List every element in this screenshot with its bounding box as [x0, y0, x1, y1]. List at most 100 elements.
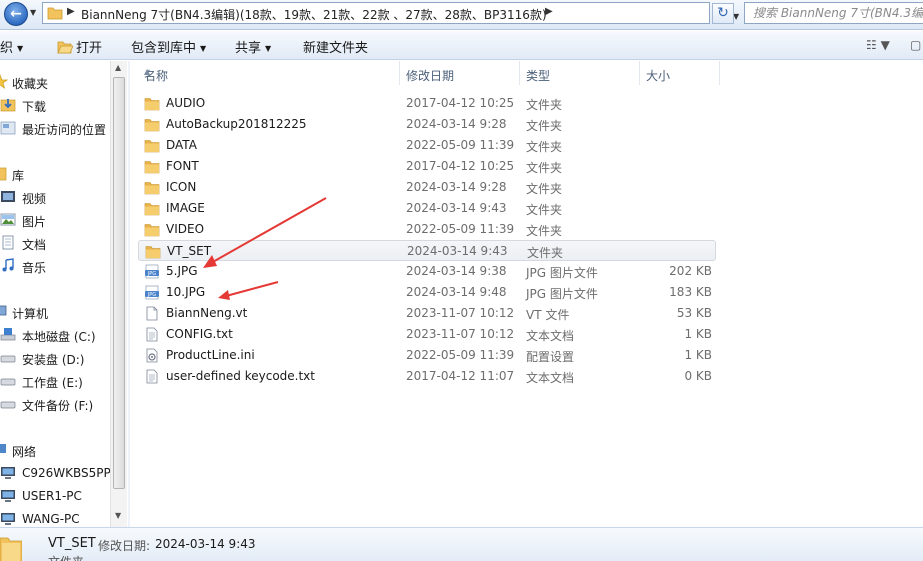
file-date: 2022-05-09 11:39: [406, 348, 515, 362]
drive-icon: [0, 355, 16, 363]
file-type: JPG 图片文件: [526, 266, 598, 280]
document-icon: [2, 235, 14, 250]
nav-label: 库: [12, 169, 25, 183]
nav-label: 收藏夹: [12, 77, 49, 91]
computer-icon: [0, 305, 7, 316]
file-type: 文件夹: [526, 140, 563, 154]
file-date: 2024-03-14 9:43: [407, 244, 508, 258]
file-type: 文件夹: [526, 161, 563, 175]
file-row[interactable]: ProductLine.ini 2022-05-09 11:39 配置设置 1 KB: [138, 345, 716, 366]
new-folder-button[interactable]: 新建文件夹: [303, 37, 368, 56]
file-row[interactable]: AUDIO 2017-04-12 10:25 文件夹: [138, 93, 716, 114]
file-date: 2024-03-14 9:48: [406, 285, 507, 299]
breadcrumb-path[interactable]: BiannNeng 7寸(BN4.3编辑)(18款、19款、21款、22款 、2…: [81, 6, 547, 23]
nav-label: 图片: [22, 215, 47, 229]
share-button[interactable]: 共享 ▼: [235, 37, 271, 56]
file-date: 2024-03-14 9:28: [406, 117, 507, 131]
file-row[interactable]: FONT 2017-04-12 10:25 文件夹: [138, 156, 716, 177]
new-folder-label: 新建文件夹: [303, 41, 369, 56]
file-row[interactable]: BiannNeng.vt 2023-11-07 10:12 VT 文件 53 KB: [138, 303, 716, 324]
nav-label: 计算机: [12, 307, 49, 321]
file-type: 文本文档: [526, 329, 575, 343]
file-date: 2017-04-12 10:25: [406, 96, 515, 110]
organize-button[interactable]: 织 ▼: [0, 37, 23, 56]
file-row[interactable]: JPG 5.JPG 2024-03-14 9:38 JPG 图片文件 202 KB: [138, 261, 716, 282]
folder-icon: [144, 161, 160, 174]
file-row[interactable]: DATA 2022-05-09 11:39 文件夹: [138, 135, 716, 156]
folder-icon: [47, 7, 63, 20]
drive-icon: [0, 401, 16, 409]
nav-label: 视频: [22, 192, 47, 206]
file-date: 2022-05-09 11:39: [406, 222, 515, 236]
open-button[interactable]: 打开: [57, 37, 102, 56]
sort-ascending-icon: ▲: [144, 67, 151, 76]
file-row[interactable]: user-defined keycode.txt 2017-04-12 11:07…: [138, 366, 716, 387]
file-row[interactable]: IMAGE 2024-03-14 9:43 文件夹: [138, 198, 716, 219]
breadcrumb-chevron-icon[interactable]: ▶: [545, 6, 553, 17]
refresh-button[interactable]: ↻: [712, 3, 734, 24]
download-icon: [0, 99, 16, 112]
nav-label: 最近访问的位置: [22, 123, 107, 137]
command-bar: 织 ▼ 打开 包含到库中 ▼ 共享 ▼ 新建文件夹 ☷ ▼ ▢: [0, 31, 923, 60]
folder-icon: [144, 98, 160, 111]
nav-label: 安装盘 (D:): [22, 353, 85, 367]
file-size: 202 KB: [669, 264, 712, 278]
file-date: 2017-04-12 11:07: [406, 369, 515, 383]
file-row[interactable]: JPG 10.JPG 2024-03-14 9:48 JPG 图片文件 183 KB: [138, 282, 716, 303]
file-list: 名称 ▲ 修改日期 类型 大小 AUDIO 2017-04-12 10:25 文件夹…: [130, 61, 923, 527]
file-row[interactable]: CONFIG.txt 2023-11-07 10:12 文本文档 1 KB: [138, 324, 716, 345]
view-options-icon[interactable]: ☷ ▼: [866, 38, 890, 52]
file-row[interactable]: VIDEO 2022-05-09 11:39 文件夹: [138, 219, 716, 240]
details-type: 文件夹: [48, 553, 84, 561]
search-input[interactable]: [745, 3, 923, 23]
file-name: ProductLine.ini: [166, 348, 255, 362]
folder-icon: [144, 203, 160, 216]
file-date: 2024-03-14 9:28: [406, 180, 507, 194]
file-row[interactable]: VT_SET 2024-03-14 9:43 文件夹: [138, 240, 716, 261]
network-computer-icon: [1, 467, 15, 479]
file-name: VIDEO: [166, 222, 205, 236]
file-size: 0 KB: [684, 369, 712, 383]
scroll-down-icon[interactable]: ▼: [115, 511, 121, 520]
text-file-icon: [146, 369, 158, 384]
file-type: 文件夹: [526, 182, 563, 196]
recent-pages-dropdown[interactable]: ▼: [30, 8, 40, 20]
scroll-up-icon[interactable]: ▲: [115, 63, 121, 72]
file-date: 2024-03-14 9:43: [406, 201, 507, 215]
star-icon: [0, 74, 8, 89]
back-button[interactable]: ←: [4, 2, 28, 26]
column-header-size[interactable]: 大小: [640, 61, 720, 85]
file-name: user-defined keycode.txt: [166, 369, 315, 383]
recent-places-icon: [0, 121, 16, 135]
file-size: 183 KB: [669, 285, 712, 299]
file-type: 文本文档: [526, 371, 575, 385]
library-icon: [0, 167, 7, 181]
picture-icon: [0, 213, 16, 226]
scrollbar-thumb[interactable]: [113, 77, 125, 489]
folder-icon: [144, 119, 160, 132]
navigation-scrollbar[interactable]: ▲ ▼: [110, 61, 127, 527]
include-in-library-button[interactable]: 包含到库中 ▼: [131, 37, 206, 56]
preview-pane-icon[interactable]: ▢: [910, 38, 921, 52]
details-pane: VT_SET 修改日期: 2024-03-14 9:43 文件夹: [0, 527, 923, 561]
nav-label: 音乐: [22, 261, 47, 275]
network-icon: [0, 444, 6, 453]
file-row[interactable]: ICON 2024-03-14 9:28 文件夹: [138, 177, 716, 198]
folder-icon: [144, 182, 160, 195]
file-name: 10.JPG: [166, 285, 206, 299]
nav-label: 本地磁盘 (C:): [22, 330, 96, 344]
column-header-label: 类型: [526, 69, 551, 83]
address-field[interactable]: ▶ BiannNeng 7寸(BN4.3编辑)(18款、19款、21款、22款 …: [42, 2, 739, 24]
column-header-type[interactable]: 类型: [520, 61, 640, 85]
nav-label: 工作盘 (E:): [22, 376, 83, 390]
column-header-name[interactable]: 名称 ▲: [138, 61, 400, 85]
jpg-file-icon: JPG: [145, 285, 159, 300]
search-box[interactable]: [744, 2, 923, 24]
navigation-pane: 收藏夹 下载 最近访问的位置 库 视频 图片 文档 音乐 计算机 本地磁盘 (C…: [0, 61, 110, 527]
nav-label: 文档: [22, 238, 47, 252]
file-row[interactable]: AutoBackup201812225 2024-03-14 9:28 文件夹: [138, 114, 716, 135]
column-header-date[interactable]: 修改日期: [400, 61, 520, 85]
breadcrumb-separator-icon[interactable]: ▶: [67, 6, 75, 17]
column-header-label: 修改日期: [406, 69, 455, 83]
file-date: 2023-11-07 10:12: [406, 327, 515, 341]
